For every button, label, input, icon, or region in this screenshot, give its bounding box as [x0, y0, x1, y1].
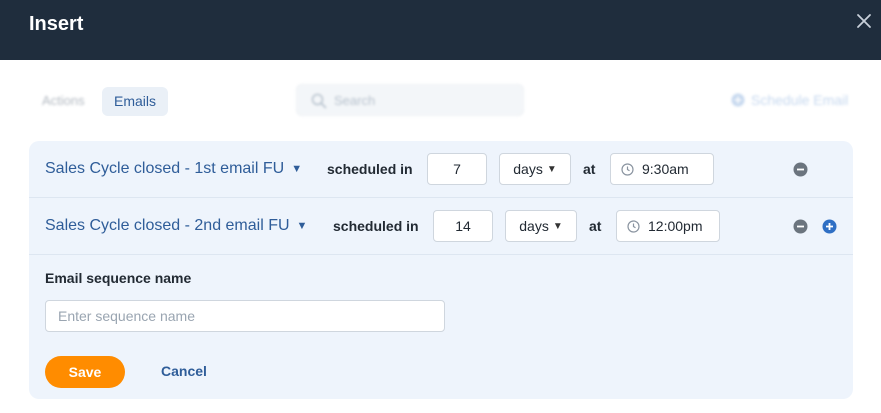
plus-circle-icon: [731, 93, 745, 107]
caret-down-icon: ▼: [291, 163, 303, 175]
save-button[interactable]: Save: [45, 356, 125, 388]
at-label: at: [589, 218, 602, 234]
unit-value: days: [519, 218, 549, 234]
at-label: at: [583, 161, 596, 177]
sequence-select[interactable]: Sales Cycle closed - 1st email FU ▼: [45, 160, 302, 178]
amount-input[interactable]: 14: [433, 210, 493, 242]
time-picker[interactable]: 12:00pm: [616, 210, 720, 242]
sequence-name: Sales Cycle closed - 1st email FU: [45, 160, 285, 177]
clock-icon: [627, 219, 640, 233]
close-icon[interactable]: [855, 12, 873, 30]
schedule-email-label: Schedule Email: [751, 92, 849, 108]
row-divider: [29, 254, 853, 255]
schedule-row: Sales Cycle closed - 2nd email FU ▼ sche…: [29, 198, 853, 254]
toolbar: Actions Emails Search Schedule Email: [0, 60, 881, 140]
sequence-name-label: Email sequence name: [45, 270, 192, 286]
time-picker[interactable]: 9:30am: [610, 153, 714, 185]
dialog-title: Insert: [29, 13, 84, 35]
caret-down-icon: ▼: [546, 163, 557, 175]
schedule-row: Sales Cycle closed - 1st email FU ▼ sche…: [29, 141, 853, 197]
caret-down-icon: ▼: [552, 220, 563, 232]
tab-emails[interactable]: Emails: [102, 87, 169, 116]
time-value: 9:30am: [642, 161, 689, 177]
search-box[interactable]: Search: [296, 84, 524, 116]
clock-icon: [621, 162, 634, 176]
search-placeholder: Search: [334, 93, 376, 108]
sequence-name-input[interactable]: [45, 300, 445, 332]
cancel-button[interactable]: Cancel: [161, 363, 207, 379]
schedule-panel: Sales Cycle closed - 1st email FU ▼ sche…: [29, 141, 853, 399]
search-icon: [311, 93, 327, 109]
schedule-email-button[interactable]: Schedule Email: [731, 92, 848, 108]
dialog-header: Insert: [0, 0, 881, 60]
add-icon[interactable]: [822, 219, 837, 234]
remove-icon[interactable]: [793, 162, 808, 177]
sequence-name: Sales Cycle closed - 2nd email FU: [45, 217, 290, 234]
caret-down-icon: ▼: [296, 220, 308, 232]
time-value: 12:00pm: [648, 218, 703, 234]
tab-actions[interactable]: Actions: [42, 93, 85, 108]
scheduled-in-label: scheduled in: [333, 218, 419, 234]
unit-value: days: [513, 161, 543, 177]
scheduled-in-label: scheduled in: [327, 161, 413, 177]
amount-input[interactable]: 7: [427, 153, 487, 185]
unit-select[interactable]: days ▼: [505, 210, 577, 242]
unit-select[interactable]: days ▼: [499, 153, 571, 185]
remove-icon[interactable]: [793, 219, 808, 234]
sequence-select[interactable]: Sales Cycle closed - 2nd email FU ▼: [45, 217, 307, 235]
